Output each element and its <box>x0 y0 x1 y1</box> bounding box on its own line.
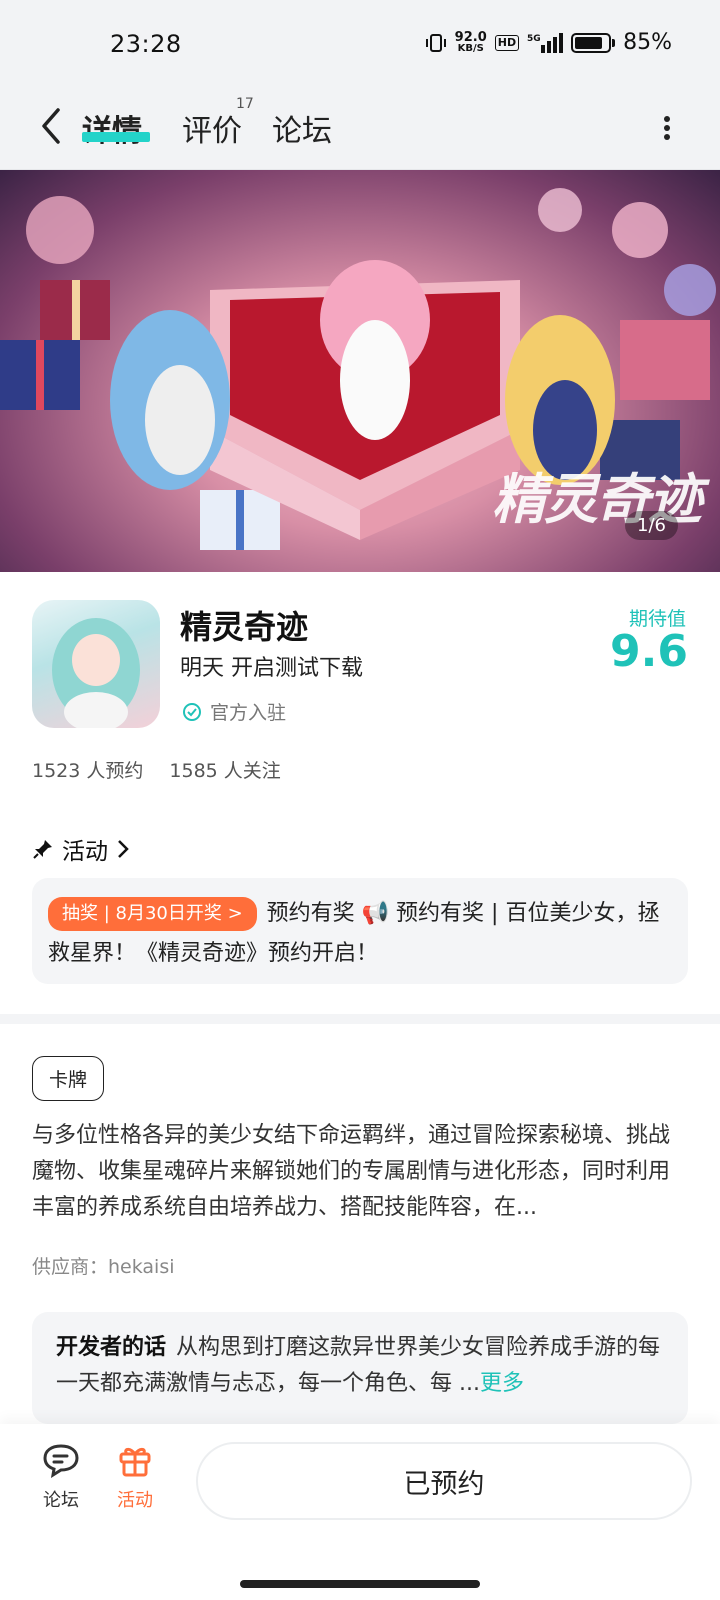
home-indicator[interactable] <box>240 1580 480 1588</box>
more-options-icon[interactable] <box>662 108 672 148</box>
supplier-info: 供应商：hekaisi <box>32 1256 175 1278</box>
hero-banner[interactable]: 精灵奇迹 1/6 <box>0 170 720 572</box>
banner-page-counter: 1/6 <box>625 511 678 540</box>
activity-button[interactable]: 活动 <box>100 1442 170 1512</box>
gift-icon <box>119 1447 151 1477</box>
tab-details[interactable]: 详情 <box>82 106 142 150</box>
active-tab-indicator <box>82 132 150 142</box>
status-icons: 92.0 KB/S HD 5G 85% <box>425 30 672 55</box>
tab-reviews[interactable]: 评价 <box>182 106 242 150</box>
chat-bubble-icon <box>43 1444 79 1478</box>
chevron-right-icon <box>118 840 129 858</box>
game-title: 精灵奇迹 <box>180 608 309 646</box>
svg-text:5G: 5G <box>527 34 541 44</box>
developer-note-label: 开发者的话 <box>56 1335 167 1360</box>
reserved-button[interactable]: 已预约 <box>196 1442 692 1520</box>
game-icon <box>32 600 160 728</box>
genre-tag[interactable]: 卡牌 <box>32 1056 105 1101</box>
pin-icon <box>33 840 52 859</box>
more-link[interactable]: 更多 <box>480 1371 524 1396</box>
top-nav: 详情 评价 论坛 <box>0 88 720 170</box>
lottery-badge: 抽奖 | 8月30日开奖 > <box>48 897 257 931</box>
follower-count: 1585 人关注 <box>169 760 281 782</box>
game-stats: 1523 人预约 1585 人关注 <box>32 756 281 783</box>
bottom-action-bar: 论坛 活动 已预约 <box>0 1424 720 1600</box>
official-badge: 官方入驻 <box>182 698 286 725</box>
verified-check-icon <box>183 702 201 721</box>
reservation-count: 1523 人预约 <box>32 760 144 782</box>
clock: 23:28 <box>110 30 182 58</box>
status-bar: 23:28 92.0 KB/S HD 5G 85% <box>0 0 720 88</box>
network-speed: 92.0 KB/S <box>454 29 487 54</box>
signal-5g-icon: 5G <box>527 32 564 53</box>
game-description[interactable]: 与多位性格各异的美少女结下命运羁绊，通过冒险探索秘境、挑战魔物、收集星魂碎片来解… <box>32 1118 688 1226</box>
forum-button[interactable]: 论坛 <box>26 1442 96 1512</box>
developer-note-card[interactable]: 开发者的话 从构思到打磨这款异世界美少女冒险养成手游的每一天都充满激情与忐忑，每一… <box>32 1312 688 1424</box>
tab-forum[interactable]: 论坛 <box>272 106 332 150</box>
activity-card[interactable]: 抽奖 | 8月30日开奖 > 预约有奖 📢 预约有奖 | 百位美少女，拯救星界！《… <box>32 878 688 984</box>
back-arrow-icon[interactable] <box>34 104 74 148</box>
battery-icon <box>571 32 616 53</box>
activity-section-header[interactable]: 活动 <box>32 832 130 866</box>
battery-percent: 85% <box>623 30 672 55</box>
section-divider <box>0 1014 720 1024</box>
vibrate-icon <box>425 33 446 52</box>
expectation-score: 9.6 <box>610 626 688 677</box>
hd-badge: HD <box>494 34 520 51</box>
reviews-count: 17 <box>236 96 254 112</box>
game-release-info: 明天 开启测试下载 <box>180 656 363 681</box>
